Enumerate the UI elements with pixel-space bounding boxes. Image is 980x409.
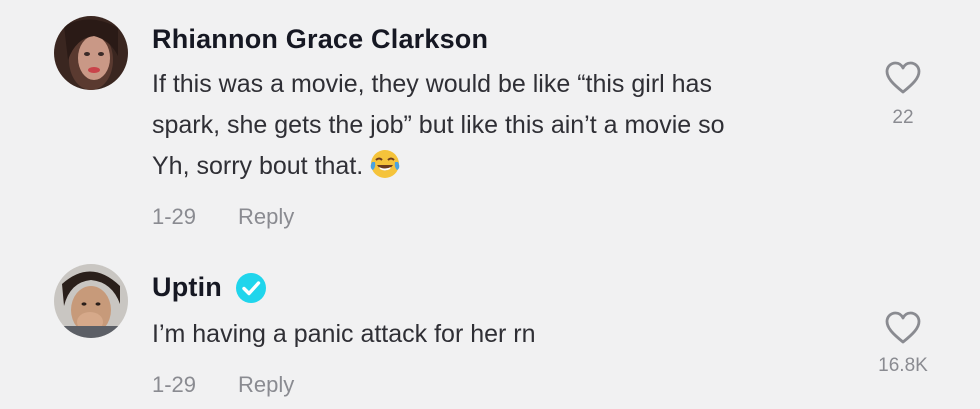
avatar[interactable] [54, 16, 128, 90]
comment-text-line: I’m having a panic attack for her rn [152, 320, 536, 348]
like-count: 22 [892, 107, 914, 128]
verified-badge-icon [235, 272, 266, 303]
comment-text-line: If this was a movie, they would be like … [152, 70, 712, 98]
comment-date: 1-29 [152, 372, 197, 397]
comment-author[interactable]: Uptin [152, 272, 222, 303]
comment-meta: 1-29 Reply [152, 372, 294, 398]
comment-text: If this was a movie, they would be like … [152, 64, 842, 187]
reply-button[interactable]: Reply [238, 204, 294, 230]
comment-text-segment: Yh, sorry bout that. [152, 152, 364, 180]
like-control: 16.8K [862, 311, 944, 377]
comment-author[interactable]: Rhiannon Grace Clarkson [152, 24, 488, 55]
comment-meta: 1-29 Reply [152, 204, 294, 230]
like-count: 16.8K [878, 355, 928, 376]
heart-icon[interactable] [885, 311, 921, 345]
comment-author-row: Uptin [152, 272, 266, 303]
comment-text: I’m having a panic attack for her rn [152, 314, 842, 355]
heart-icon[interactable] [885, 61, 921, 95]
comment-date: 1-29 [152, 204, 197, 229]
comment-author-row: Rhiannon Grace Clarkson [152, 24, 488, 55]
comment-text-line: spark, she gets the job” but like this a… [152, 111, 725, 139]
avatar[interactable] [54, 264, 128, 338]
reply-button[interactable]: Reply [238, 372, 294, 398]
comment-text-line: Yh, sorry bout that. [152, 146, 842, 187]
like-control: 22 [862, 61, 944, 129]
face-with-tears-of-joy-icon [370, 150, 400, 178]
